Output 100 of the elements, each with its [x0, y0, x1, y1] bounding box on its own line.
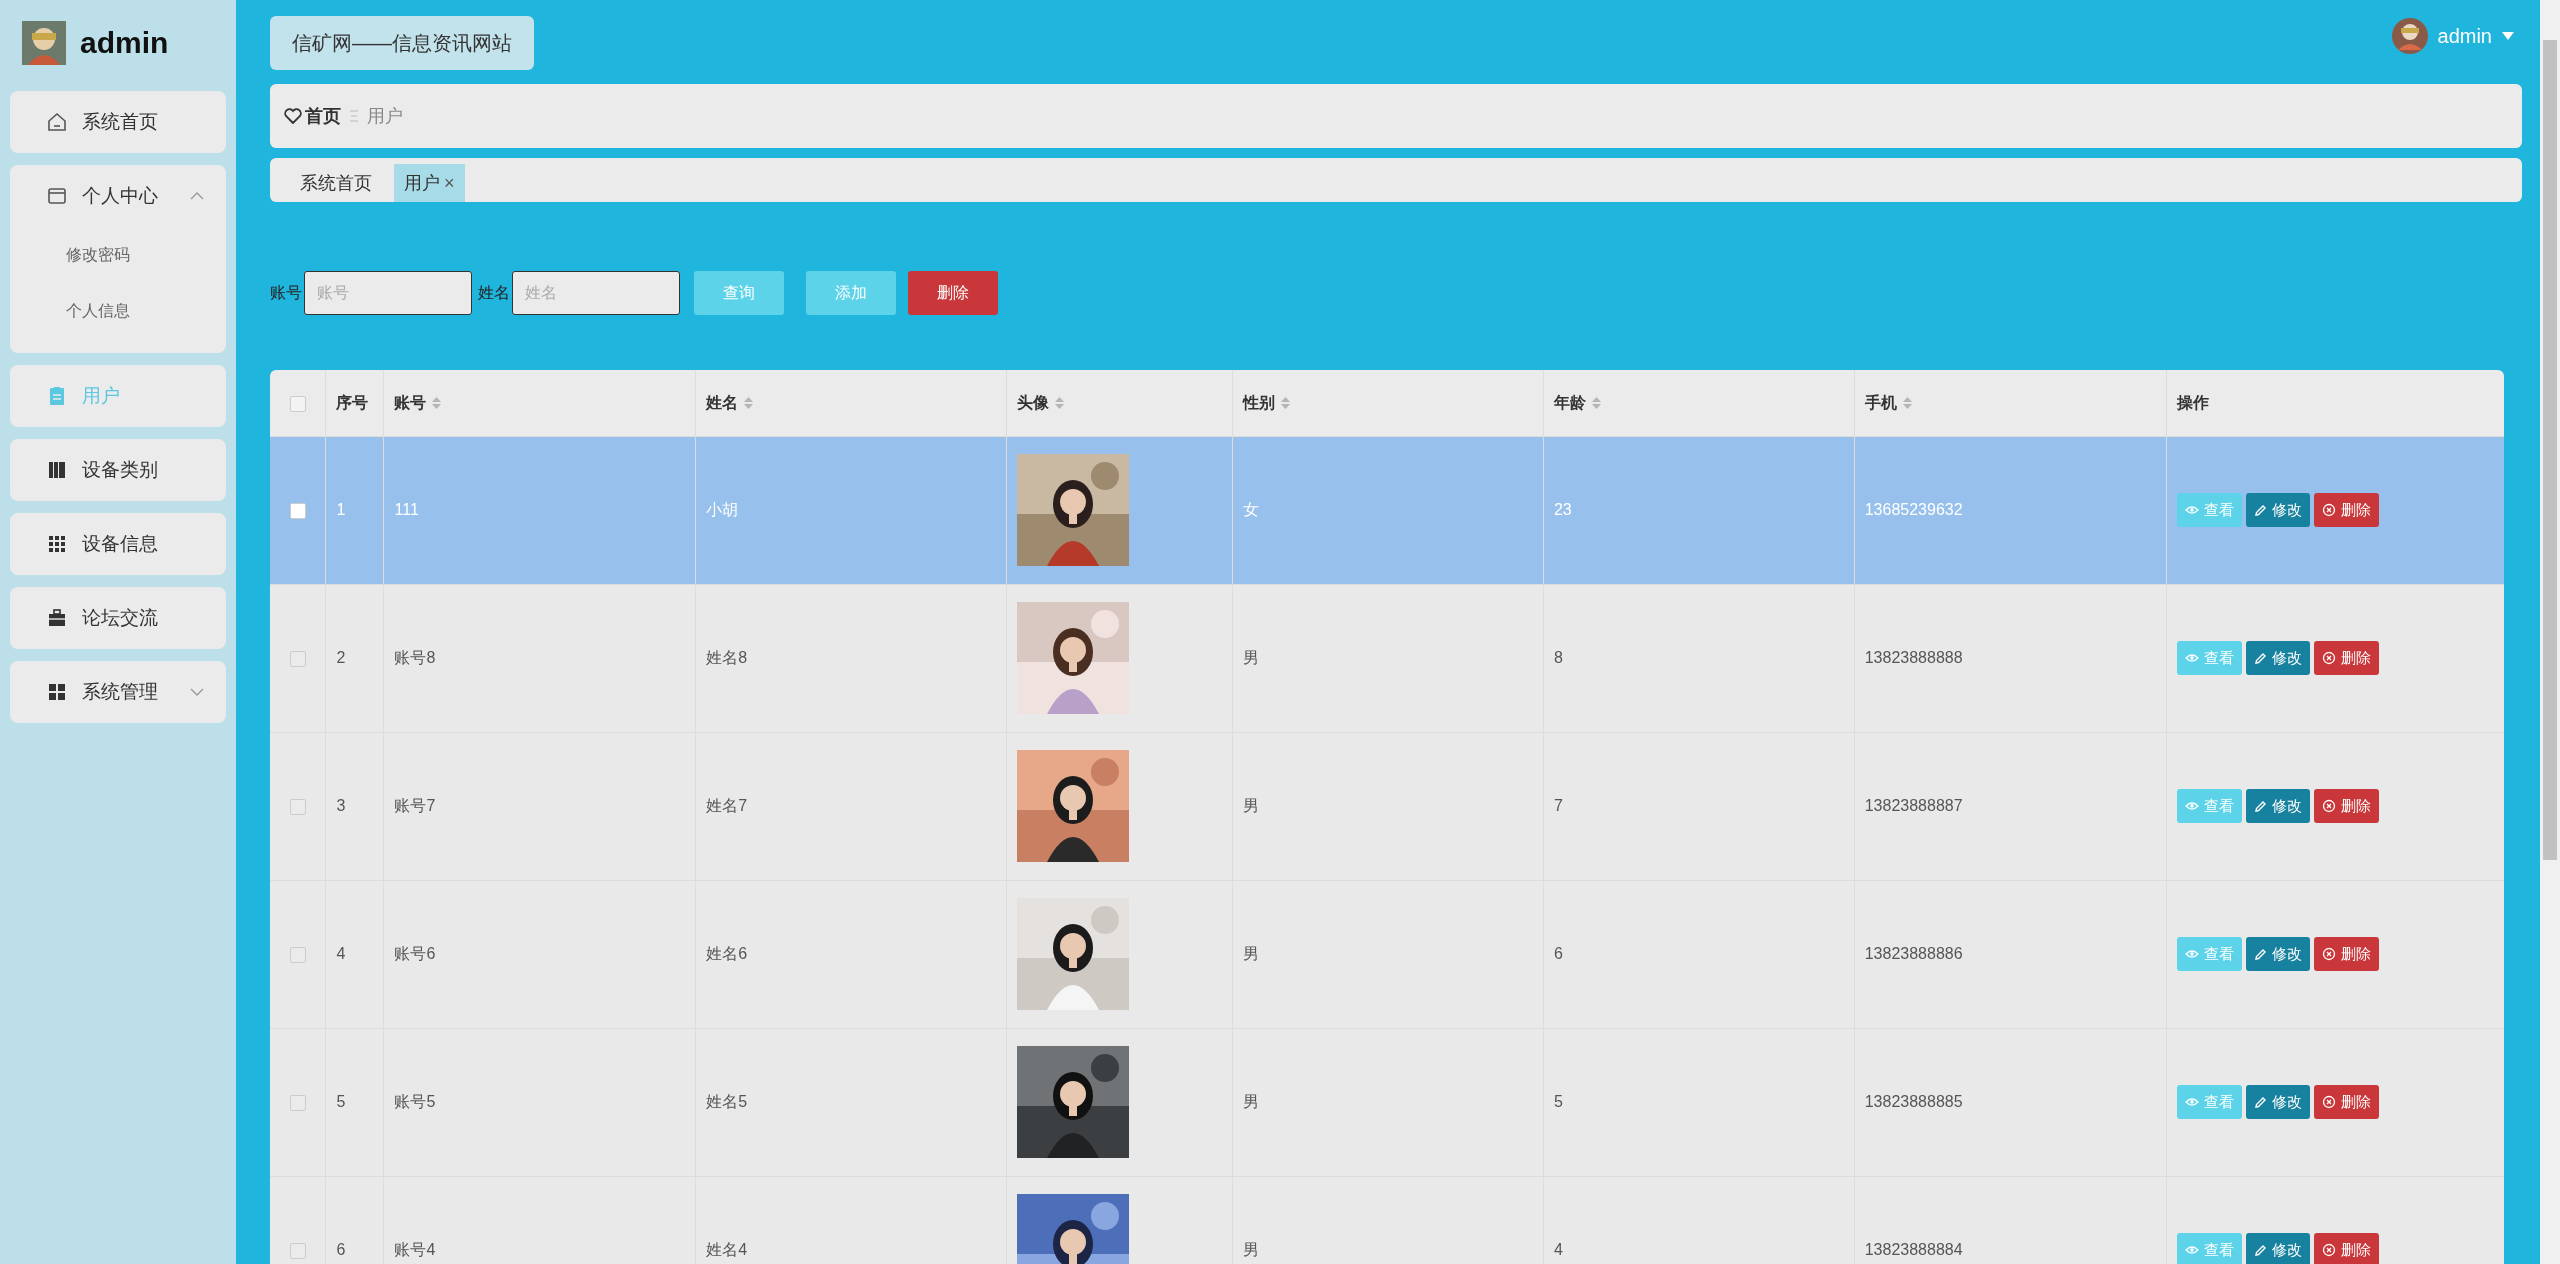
table-cell: 账号4: [394, 1241, 436, 1259]
sort-icon[interactable]: [1591, 396, 1601, 409]
column-header[interactable]: 年龄: [1553, 390, 1601, 415]
table-cell: 6: [336, 1241, 346, 1259]
delete-button[interactable]: 删除: [2313, 789, 2379, 823]
table-row[interactable]: 6 账号4 姓名4 男 4 13823888884 查看 修改 删除: [270, 1176, 2504, 1264]
column-header[interactable]: 头像: [1017, 390, 1065, 415]
table-cell: 13823888886: [1864, 945, 1963, 962]
sort-icon[interactable]: [1055, 396, 1065, 409]
sidebar-item[interactable]: 设备类别: [10, 439, 226, 501]
checkbox[interactable]: [289, 798, 306, 815]
table-row[interactable]: 4 账号6 姓名6 男 6 13823888886 查看 修改 删除: [270, 880, 2504, 1028]
pencil-icon: [2253, 1095, 2267, 1109]
sidebar-item[interactable]: 论坛交流: [10, 587, 226, 649]
separator-icon: [349, 109, 359, 123]
checkbox[interactable]: [289, 395, 306, 412]
cancel-icon: [2321, 651, 2336, 665]
scrollbar[interactable]: [2540, 0, 2560, 1264]
column-header[interactable]: 性别: [1243, 390, 1291, 415]
heart-icon: [284, 108, 302, 124]
edit-button[interactable]: 修改: [2245, 937, 2310, 971]
caret-icon[interactable]: [2502, 32, 2514, 40]
tiles-icon: [46, 681, 68, 703]
eye-icon: [2184, 801, 2199, 811]
table-cell: 姓名8: [706, 649, 748, 666]
table-cell: 1: [336, 501, 346, 518]
sidebar-item[interactable]: 系统管理: [10, 661, 226, 723]
column-header[interactable]: 账号: [394, 390, 442, 415]
eye-icon: [2184, 949, 2199, 959]
sort-icon[interactable]: [1281, 396, 1291, 409]
delete-button[interactable]: 删除: [2313, 1233, 2379, 1264]
delete-button[interactable]: 删除: [2313, 493, 2379, 527]
breadcrumb-link[interactable]: 首页: [284, 102, 341, 130]
column-header: 操作: [2176, 392, 2209, 413]
table-row[interactable]: 2 账号8 姓名8 男 8 13823888888 查看 修改 删除: [270, 584, 2504, 732]
table-cell: 111: [394, 501, 419, 518]
table-cell: 女: [1243, 501, 1260, 518]
checkbox[interactable]: [289, 1094, 306, 1111]
delete-button[interactable]: 删除: [2313, 1085, 2379, 1119]
close-icon[interactable]: ×: [444, 169, 455, 197]
table-cell: 男: [1243, 797, 1260, 814]
table-cell: 8: [1553, 649, 1563, 666]
chevron-icon[interactable]: [190, 192, 204, 200]
table-cell: 男: [1243, 945, 1260, 962]
user-avatar[interactable]: [2391, 18, 2428, 54]
pencil-icon: [2253, 799, 2267, 813]
table-cell: 男: [1243, 1093, 1260, 1110]
cancel-icon: [2321, 799, 2336, 813]
pencil-icon: [2253, 1243, 2267, 1257]
table-cell: 姓名7: [706, 797, 748, 814]
pencil-icon: [2253, 947, 2267, 961]
sort-icon[interactable]: [744, 396, 754, 409]
sort-icon[interactable]: [432, 396, 442, 409]
edit-button[interactable]: 修改: [2245, 1233, 2310, 1264]
pencil-icon: [2253, 503, 2267, 517]
input-field[interactable]: 账号: [304, 271, 472, 315]
delete-button[interactable]: 删除: [2313, 641, 2379, 675]
checkbox[interactable]: [289, 502, 306, 519]
edit-button[interactable]: 修改: [2245, 641, 2310, 675]
sort-icon[interactable]: [1902, 396, 1912, 409]
books-icon: [46, 459, 68, 481]
field-label: 账号: [270, 283, 302, 303]
table-row[interactable]: 5 账号5 姓名5 男 5 13823888885 查看 修改 删除: [270, 1028, 2504, 1176]
grid-icon: [46, 533, 68, 555]
checkbox[interactable]: [289, 1243, 306, 1259]
table-cell: 5: [1553, 1093, 1563, 1110]
delete-button[interactable]: 删除: [908, 271, 998, 315]
table-cell: 账号8: [394, 649, 436, 666]
app-name: admin: [80, 25, 169, 61]
table-row[interactable]: 1 111 小胡 女 23 13685239632 查看 修改 删除: [270, 436, 2504, 584]
tab[interactable]: 用户 ×: [394, 164, 465, 202]
tab[interactable]: 系统首页: [290, 164, 382, 202]
checkbox[interactable]: [289, 650, 306, 667]
table-cell: 男: [1243, 1241, 1260, 1259]
chevron-icon[interactable]: [190, 688, 204, 696]
column-header[interactable]: 姓名: [706, 390, 754, 415]
checkbox[interactable]: [289, 946, 306, 963]
table-cell: 13685239632: [1864, 501, 1963, 518]
submenu-item[interactable]: 修改密码: [10, 227, 226, 283]
edit-button[interactable]: 修改: [2245, 1085, 2310, 1119]
table-row[interactable]: 3 账号7 姓名7 男 7 13823888887 查看 修改 删除: [270, 732, 2504, 880]
sidebar-item[interactable]: 设备信息: [10, 513, 226, 575]
eye-icon: [2184, 653, 2199, 663]
briefcase-icon: [46, 607, 68, 629]
sidebar-item[interactable]: 个人中心: [10, 165, 226, 227]
eye-icon: [2184, 1097, 2199, 1107]
pencil-icon: [2253, 651, 2267, 665]
home-icon: [46, 111, 68, 133]
edit-button[interactable]: 修改: [2245, 493, 2310, 527]
table-cell: 姓名4: [706, 1241, 748, 1259]
table-cell: 姓名5: [706, 1093, 748, 1110]
cancel-icon: [2321, 1095, 2336, 1109]
delete-button[interactable]: 删除: [2313, 937, 2379, 971]
column-header[interactable]: 手机: [1864, 390, 1912, 415]
cancel-icon: [2321, 503, 2336, 517]
submenu-item[interactable]: 个人信息: [10, 283, 226, 339]
sidebar-item[interactable]: 系统首页: [10, 91, 226, 153]
input-field[interactable]: 姓名: [512, 271, 680, 315]
table-cell: 账号7: [394, 797, 436, 814]
edit-button[interactable]: 修改: [2245, 789, 2310, 823]
